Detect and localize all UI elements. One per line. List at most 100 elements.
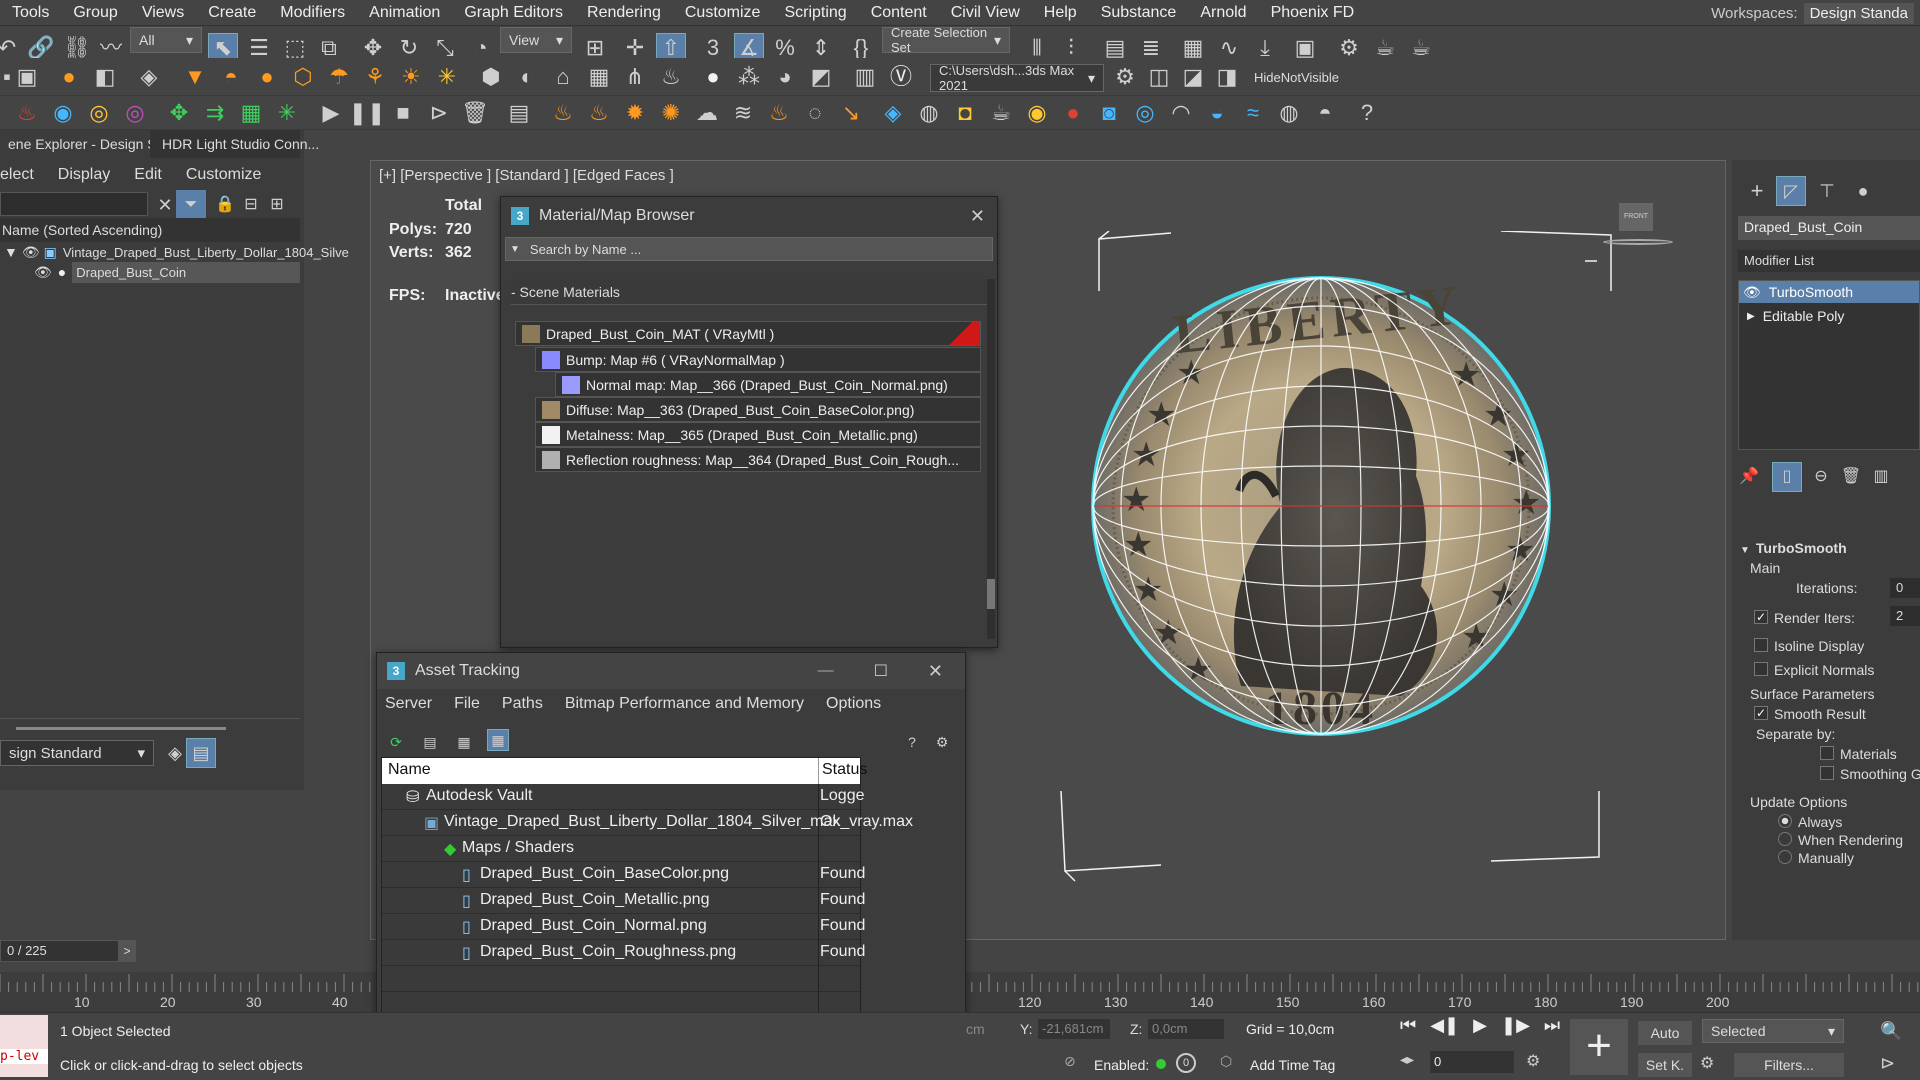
adaptive-degradation-icon[interactable]: ⊘ bbox=[1064, 1053, 1076, 1070]
vray-ies-icon[interactable]: ◧ bbox=[90, 62, 120, 92]
at-titlebar[interactable]: 3 Asset Tracking — ☐ ✕ bbox=[377, 653, 965, 689]
viewcube-ring[interactable] bbox=[1603, 239, 1673, 245]
project-path-dropdown[interactable]: C:\Users\dsh...3ds Max 2021 ▾ bbox=[930, 63, 1104, 93]
workspaces-dropdown[interactable]: Design Standa bbox=[1803, 2, 1914, 24]
at-row-normal[interactable]: ▯ Draped_Bust_Coin_Normal.png Found bbox=[382, 914, 865, 940]
coin-model[interactable]: LIBERTY 1804 ★ ★ ★ ★ ★ ★ ★ ★ ★ ★ ★ ★ ★ ★… bbox=[1071, 256, 1571, 756]
list-view-icon[interactable]: ▤ bbox=[419, 727, 441, 757]
layer-dropdown[interactable]: sign Standard ▾ bbox=[0, 740, 154, 766]
at-row-metallic[interactable]: ▯ Draped_Bust_Coin_Metallic.png Found bbox=[382, 888, 865, 914]
object-name-field[interactable]: Draped_Bust_Coin bbox=[1738, 216, 1920, 240]
whirl-icon[interactable]: ◎ bbox=[1130, 98, 1160, 128]
se-menu-display[interactable]: Display bbox=[58, 166, 110, 184]
visibility-eye-icon[interactable]: 👁 bbox=[22, 244, 40, 261]
smoke-icon[interactable]: ✺ bbox=[656, 98, 686, 128]
beer-icon[interactable]: ◘ bbox=[950, 98, 980, 128]
key-filters-button[interactable]: Filters... bbox=[1734, 1053, 1844, 1077]
smooth-result-checkbox[interactable]: ✓ bbox=[1754, 706, 1768, 720]
hierarchy-tab-icon[interactable]: ⊤ bbox=[1812, 176, 1842, 206]
vray-proxy-icon[interactable]: ⬢ bbox=[476, 62, 506, 92]
menu-content[interactable]: Content bbox=[859, 4, 939, 22]
cloud-icon[interactable]: ☁ bbox=[692, 98, 722, 128]
paint-icon[interactable]: ● bbox=[1058, 98, 1088, 128]
previous-frame-icon[interactable]: ◀❚ bbox=[1430, 1015, 1459, 1036]
se-menu-edit[interactable]: Edit bbox=[134, 166, 162, 184]
at-menu-options[interactable]: Options bbox=[826, 695, 881, 713]
vray-logo-icon[interactable]: Ⓥ bbox=[886, 62, 916, 92]
menu-scripting[interactable]: Scripting bbox=[772, 4, 858, 22]
menu-views[interactable]: Views bbox=[130, 4, 196, 22]
coffee-icon[interactable]: ☕ bbox=[986, 98, 1016, 128]
wave-icon[interactable]: ◠ bbox=[1166, 98, 1196, 128]
selection-set-dropdown[interactable]: Selected ▾ bbox=[1702, 1019, 1844, 1043]
menu-help[interactable]: Help bbox=[1032, 4, 1089, 22]
se-menu-select[interactable]: elect bbox=[0, 166, 34, 184]
at-row-maps[interactable]: ◆ Maps / Shaders bbox=[382, 836, 860, 862]
phoenix-source-icon[interactable]: ✥ bbox=[164, 98, 194, 128]
menu-group[interactable]: Group bbox=[61, 4, 129, 22]
iterations-input[interactable]: 0 bbox=[1890, 578, 1920, 598]
resume-icon[interactable]: ⊳ bbox=[424, 98, 454, 128]
vray-fur-icon[interactable]: ⌂ bbox=[548, 62, 578, 92]
configure-sets-icon[interactable]: ▥ bbox=[1866, 462, 1896, 492]
menu-animation[interactable]: Animation bbox=[357, 4, 452, 22]
pin-stack-icon[interactable]: 📌 bbox=[1734, 462, 1764, 492]
time-slider[interactable]: 0 / 225 bbox=[0, 940, 120, 962]
stack-item-turbosmooth[interactable]: 👁 TurboSmooth bbox=[1739, 281, 1919, 303]
thumbnail-view-icon[interactable]: ▦ bbox=[453, 727, 475, 757]
isoline-checkbox[interactable] bbox=[1754, 638, 1768, 652]
fire-preset-icon[interactable]: ♨ bbox=[548, 98, 578, 128]
vray-fire-icon[interactable]: ♨ bbox=[656, 62, 686, 92]
fire2-preset-icon[interactable]: ♨ bbox=[584, 98, 614, 128]
vray-frame-buffer-icon[interactable]: ▣ bbox=[12, 62, 42, 92]
vray-ambient-icon[interactable]: ⚘ bbox=[360, 62, 390, 92]
menu-rendering[interactable]: Rendering bbox=[575, 4, 673, 22]
vray-layers-icon[interactable]: ◩ bbox=[806, 62, 836, 92]
add-time-tag[interactable]: Add Time Tag bbox=[1250, 1057, 1335, 1073]
rain-icon[interactable]: ◍ bbox=[1274, 98, 1304, 128]
rollout-turbosmooth[interactable]: ▼ TurboSmooth bbox=[1740, 540, 1847, 556]
time-tag-icon[interactable]: ⬡ bbox=[1220, 1053, 1232, 1070]
material-row-main[interactable]: Draped_Bust_Coin_MAT ( VRayMtl ) bbox=[515, 321, 981, 346]
refresh-icon[interactable]: ⟳ bbox=[385, 727, 407, 757]
set-key-big-icon[interactable]: + bbox=[1570, 1019, 1628, 1075]
menu-modifiers[interactable]: Modifiers bbox=[268, 4, 357, 22]
stop-icon[interactable]: ■ bbox=[388, 98, 418, 128]
project-open-icon[interactable]: ◨ bbox=[1212, 62, 1242, 92]
menu-phoenix-fd[interactable]: Phoenix FD bbox=[1259, 4, 1367, 22]
wind-icon[interactable]: ≋ bbox=[728, 98, 758, 128]
play-icon[interactable]: ▶ bbox=[1473, 1015, 1487, 1036]
phoenix-tex-icon[interactable]: ◎ bbox=[120, 98, 150, 128]
at-col-status[interactable]: Status bbox=[822, 761, 867, 779]
vray-sun-icon[interactable]: ☀ bbox=[396, 62, 426, 92]
go-to-end-icon[interactable]: ⏭ bbox=[1544, 1015, 1560, 1036]
zero-indicator-icon[interactable]: 0 bbox=[1176, 1053, 1196, 1073]
show-end-result-icon[interactable]: ▯ bbox=[1772, 462, 1802, 492]
pour-icon[interactable]: ◍ bbox=[914, 98, 944, 128]
pool-icon[interactable]: ◒ bbox=[1202, 98, 1232, 128]
table-view-icon[interactable]: ▦ bbox=[487, 729, 509, 751]
visibility-eye-icon[interactable]: 👁 bbox=[34, 264, 52, 281]
at-col-name[interactable]: Name bbox=[388, 761, 431, 779]
vortex-icon[interactable]: ◌ bbox=[800, 98, 830, 128]
explosion-icon[interactable]: ✹ bbox=[620, 98, 650, 128]
smoothing-groups-checkbox[interactable] bbox=[1820, 766, 1834, 780]
maxscript-listener[interactable]: p-lev bbox=[0, 1015, 48, 1077]
render-iters-checkbox[interactable]: ✓ bbox=[1754, 610, 1768, 624]
layer-icon[interactable]: ⊞ bbox=[262, 190, 292, 220]
splash-icon[interactable]: ◉ bbox=[1022, 98, 1052, 128]
current-frame-input[interactable]: 0 bbox=[1430, 1051, 1514, 1073]
explorer-toggle-icon[interactable]: ▤ bbox=[186, 738, 216, 768]
named-selection-dropdown[interactable]: Create Selection Set ▾ bbox=[882, 25, 1010, 55]
vray-spot-icon[interactable]: ▼ bbox=[180, 62, 210, 92]
vray-dome-icon[interactable]: ◓ bbox=[216, 62, 246, 92]
phoenix-particles-icon[interactable]: ✳ bbox=[272, 98, 302, 128]
modifier-list-dropdown[interactable]: Modifier List bbox=[1738, 250, 1920, 272]
menu-civil-view[interactable]: Civil View bbox=[939, 4, 1032, 22]
vray-palette-icon[interactable]: ◕ bbox=[770, 62, 800, 92]
vray-converter-icon[interactable]: ▥ bbox=[850, 62, 880, 92]
at-menu-paths[interactable]: Paths bbox=[502, 695, 543, 713]
ocean-icon[interactable]: ≈ bbox=[1238, 98, 1268, 128]
menu-arnold[interactable]: Arnold bbox=[1188, 4, 1258, 22]
visibility-eye-icon[interactable]: 👁 bbox=[1743, 284, 1761, 301]
